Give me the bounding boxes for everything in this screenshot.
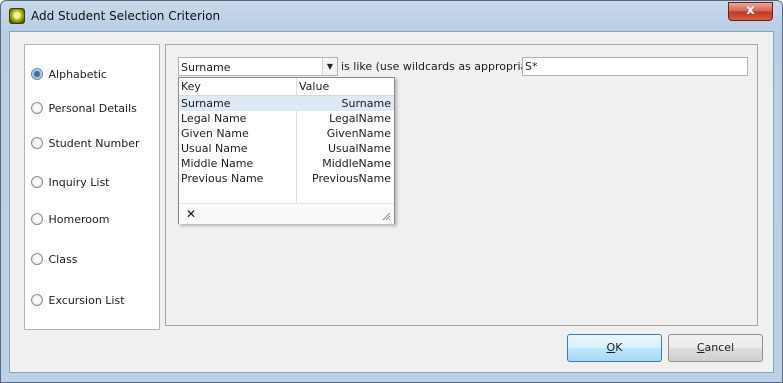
radio-personal-details[interactable]: Personal Details [31,102,137,118]
list-item[interactable]: Middle Name MiddleName [179,156,394,171]
field-dropdown-list: Key Value Surname Surname Legal Name Leg… [178,77,395,224]
radio-label: Personal Details [48,102,137,115]
radio-unchecked-icon[interactable] [31,213,43,225]
window-title: Add Student Selection Criterion [31,9,221,23]
radio-alphabetic[interactable]: Alphabetic [31,68,107,84]
dialog-window: Add Student Selection Criterion x Alphab… [0,0,783,383]
radio-unchecked-icon[interactable] [31,176,43,188]
cancel-button[interactable]: Cancel [668,334,763,362]
list-item-key: Previous Name [181,172,264,185]
radio-excursion-list[interactable]: Excursion List [31,294,125,310]
radio-unchecked-icon[interactable] [31,253,43,265]
list-item-value: MiddleName [322,157,391,170]
dialog-client-area: Alphabetic Personal Details Student Numb… [9,31,774,373]
list-item-key: Usual Name [181,142,248,155]
radio-label: Inquiry List [48,176,110,189]
radio-label: Excursion List [48,294,125,307]
criteria-type-panel: Alphabetic Personal Details Student Numb… [24,44,160,330]
list-item-key: Given Name [181,127,249,140]
resize-grip-icon[interactable] [381,211,391,221]
radio-unchecked-icon[interactable] [31,137,43,149]
list-item[interactable]: Previous Name PreviousName [179,171,394,186]
app-logo-icon [9,8,25,24]
radio-label: Student Number [48,137,140,150]
radio-unchecked-icon[interactable] [31,102,43,114]
dropdown-footer: ✕ [179,203,394,224]
ok-mnemonic: O [606,341,616,354]
radio-label: Class [48,253,78,266]
radio-inquiry-list[interactable]: Inquiry List [31,176,109,192]
radio-label: Homeroom [48,213,110,226]
pattern-input[interactable] [522,57,748,76]
list-item-value: GivenName [326,127,391,140]
close-button[interactable]: x [728,2,773,21]
radio-class[interactable]: Class [31,253,77,269]
clear-selection-icon[interactable]: ✕ [186,207,196,221]
dropdown-arrow-icon[interactable]: ▼ [322,58,337,75]
list-item-key: Middle Name [181,157,254,170]
ok-button[interactable]: OK [567,334,662,362]
field-select[interactable]: Surname ▼ [178,57,338,76]
like-label: is like (use wildcards as appropriate): [341,60,547,73]
column-header-key[interactable]: Key [181,80,201,93]
criterion-detail-panel: Surname ▼ is like (use wildcards as appr… [165,44,758,326]
column-header-value[interactable]: Value [299,80,329,93]
cancel-label-rest: ancel [704,341,735,354]
ok-label-rest: K [615,341,623,354]
list-item-value: PreviousName [312,172,391,185]
radio-checked-icon[interactable] [31,68,43,80]
title-bar[interactable]: Add Student Selection Criterion x [1,1,782,31]
list-item-value: Surname [341,97,391,110]
list-item-value: UsualName [327,142,391,155]
radio-unchecked-icon[interactable] [31,294,43,306]
list-item[interactable]: Surname Surname [179,96,394,111]
list-item-value: LegalName [329,112,391,125]
radio-homeroom[interactable]: Homeroom [31,213,109,229]
list-item-key: Legal Name [181,112,247,125]
list-item[interactable]: Usual Name UsualName [179,141,394,156]
dropdown-header: Key Value [179,78,394,96]
list-item-key: Surname [181,97,231,110]
cancel-mnemonic: C [696,341,705,354]
list-item[interactable]: Given Name GivenName [179,126,394,141]
list-item[interactable]: Legal Name LegalName [179,111,394,126]
field-select-value: Surname [181,61,231,74]
radio-label: Alphabetic [48,68,107,81]
radio-student-number[interactable]: Student Number [31,137,140,153]
